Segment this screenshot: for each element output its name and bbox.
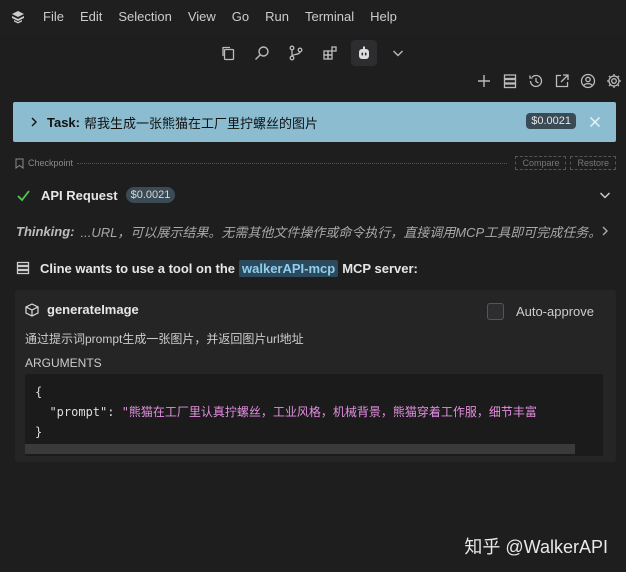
arguments-label: ARGUMENTS — [25, 356, 102, 370]
popout-button[interactable] — [552, 70, 572, 92]
source-control-button[interactable] — [283, 40, 309, 66]
horizontal-scrollbar[interactable] — [25, 444, 575, 454]
menu-file[interactable]: File — [35, 0, 72, 34]
task-label: Task: — [47, 114, 80, 130]
mcp-tool-request-header: Cline wants to use a tool on the walkerA… — [16, 257, 616, 279]
server-icon — [16, 261, 30, 275]
mcp-request-suffix: MCP server: — [342, 260, 418, 276]
watermark: 知乎 @WalkerAPI — [464, 537, 608, 557]
cline-robot-icon — [359, 46, 369, 59]
account-button[interactable] — [578, 70, 598, 92]
mcp-request-prefix: Cline wants to use a tool on the — [40, 260, 236, 276]
compare-button[interactable]: Compare — [515, 156, 567, 170]
auto-approve-toggle[interactable]: Auto-approve — [486, 303, 594, 320]
cline-button[interactable] — [351, 40, 377, 66]
extensions-button[interactable] — [317, 40, 343, 66]
arguments-code: { "prompt": "熊猫在工厂里认真拧螺丝，工业风格，机械背景，熊猫穿着工… — [25, 374, 603, 456]
thinking-row[interactable]: Thinking: ...URL，可以展示结果。无需其他文件操作或命令执行，直接… — [16, 221, 616, 241]
extensions-icon — [323, 46, 337, 60]
menu-go[interactable]: Go — [224, 0, 257, 34]
package-icon — [25, 302, 39, 317]
api-cost-badge: $0.0021 — [125, 187, 176, 203]
menu-edit[interactable]: Edit — [72, 0, 110, 34]
thinking-label: Thinking: — [16, 223, 75, 239]
gear-icon — [607, 74, 621, 88]
task-cost-badge: $0.0021 — [526, 113, 576, 129]
search-button[interactable] — [249, 40, 275, 66]
activity-toolbar — [0, 40, 626, 66]
chevron-down-icon[interactable] — [598, 188, 612, 202]
plus-icon — [478, 75, 490, 87]
more-views-button[interactable] — [385, 40, 411, 66]
api-request-row[interactable]: API Request $0.0021 — [16, 184, 616, 206]
menu-selection[interactable]: Selection — [110, 0, 179, 34]
close-icon[interactable] — [588, 115, 602, 129]
tool-name: generateImage — [47, 302, 139, 317]
chevron-right-icon[interactable] — [598, 224, 612, 238]
server-icon — [503, 74, 517, 89]
history-icon — [529, 74, 543, 88]
menu-run[interactable]: Run — [257, 0, 297, 34]
panel-toolbar — [474, 70, 624, 92]
copy-icon — [222, 46, 235, 61]
checkpoint-label: Checkpoint — [28, 158, 74, 168]
account-icon — [580, 73, 596, 89]
json-value: "熊猫在工厂里认真拧螺丝，工业风格，机械背景，熊猫穿着工作服，细节丰富 — [121, 405, 537, 419]
new-task-button[interactable] — [474, 70, 494, 92]
code-arg-line: "prompt": "熊猫在工厂里认真拧螺丝，工业风格，机械背景，熊猫穿着工作服… — [49, 405, 537, 419]
chevron-right-icon[interactable] — [27, 115, 41, 129]
chevron-down-icon — [393, 50, 403, 57]
mcp-servers-button[interactable] — [500, 70, 520, 92]
mcp-server-name: walkerAPI-mcp — [239, 259, 339, 277]
vscode-logo-icon — [12, 11, 24, 24]
auto-approve-label: Auto-approve — [515, 304, 594, 319]
tool-card: generateImage Auto-approve 通过提示词prompt生成… — [15, 290, 616, 462]
popout-icon — [555, 74, 569, 88]
menu-bar: File Edit Selection View Go Run Terminal… — [0, 0, 626, 34]
history-button[interactable] — [526, 70, 546, 92]
restore-button[interactable]: Restore — [570, 156, 616, 170]
thinking-text: ...URL，可以展示结果。无需其他文件操作或命令执行，直接调用MCP工具即可完… — [80, 224, 602, 240]
search-icon — [255, 46, 269, 60]
json-key: "prompt" — [49, 405, 108, 419]
settings-button[interactable] — [604, 70, 624, 92]
tool-name-row: generateImage — [25, 302, 139, 317]
task-banner[interactable]: Task: 帮我生成一张熊猫在工厂里拧螺丝的图片 $0.0021 — [13, 102, 616, 142]
code-close-brace: } — [35, 425, 43, 439]
checkpoint-divider — [77, 162, 508, 164]
checkpoint-row: Checkpoint Compare Restore — [15, 155, 616, 171]
explorer-button[interactable] — [215, 40, 241, 66]
api-request-label: API Request — [41, 187, 118, 203]
menu-view[interactable]: View — [180, 0, 224, 34]
source-control-icon — [289, 45, 303, 61]
auto-approve-checkbox[interactable] — [486, 303, 504, 320]
tool-description: 通过提示词prompt生成一张图片，并返回图片url地址 — [25, 332, 304, 346]
menu-help[interactable]: Help — [362, 0, 405, 34]
menu-terminal[interactable]: Terminal — [297, 0, 362, 34]
check-icon — [17, 189, 30, 201]
bookmark-icon — [15, 158, 24, 169]
task-text: 帮我生成一张熊猫在工厂里拧螺丝的图片 — [84, 115, 319, 131]
code-open-brace: { — [35, 385, 43, 399]
